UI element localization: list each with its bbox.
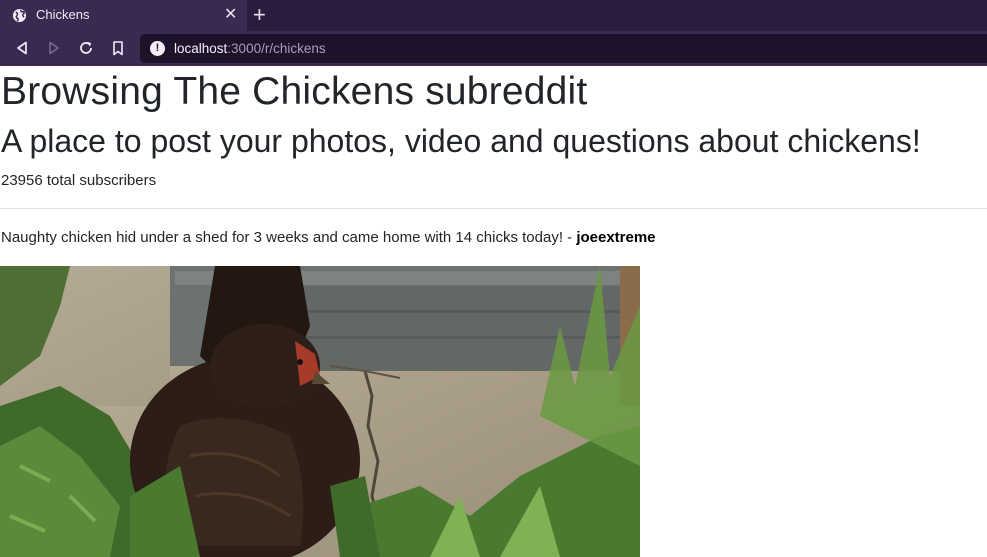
post-author[interactable]: joeextreme (576, 229, 655, 246)
close-icon[interactable]: ✕ (224, 5, 237, 25)
divider (0, 208, 987, 209)
page-subtitle: A place to post your photos, video and q… (1, 123, 921, 159)
subscriber-count: 23956 total subscribers (1, 172, 157, 189)
navigation-bar: ! localhost:3000/r/chickens (0, 31, 987, 66)
tab-title: Chickens (36, 7, 90, 22)
info-icon[interactable]: ! (150, 41, 165, 56)
url-text: localhost:3000/r/chickens (174, 41, 326, 56)
post-image[interactable] (0, 266, 640, 557)
post-heading: Naughty chicken hid under a shed for 3 w… (1, 229, 656, 246)
forward-arrow-icon[interactable] (45, 39, 63, 57)
reload-icon[interactable] (77, 39, 95, 57)
url-path: :3000/r/chickens (227, 41, 326, 56)
globe-icon (12, 8, 27, 23)
tab-strip: Chickens ✕ + (0, 0, 987, 31)
browser-tab[interactable]: Chickens ✕ (0, 0, 247, 31)
address-bar[interactable]: ! localhost:3000/r/chickens (140, 34, 987, 63)
post-title: Naughty chicken hid under a shed for 3 w… (1, 229, 577, 246)
page-content: Browsing The Chickens subreddit A place … (0, 66, 987, 557)
page-title: Browsing The Chickens subreddit (1, 70, 588, 113)
plus-icon[interactable]: + (253, 2, 266, 28)
url-host: localhost (174, 41, 228, 56)
bookmark-icon[interactable] (109, 39, 127, 57)
back-arrow-icon[interactable] (13, 39, 31, 57)
